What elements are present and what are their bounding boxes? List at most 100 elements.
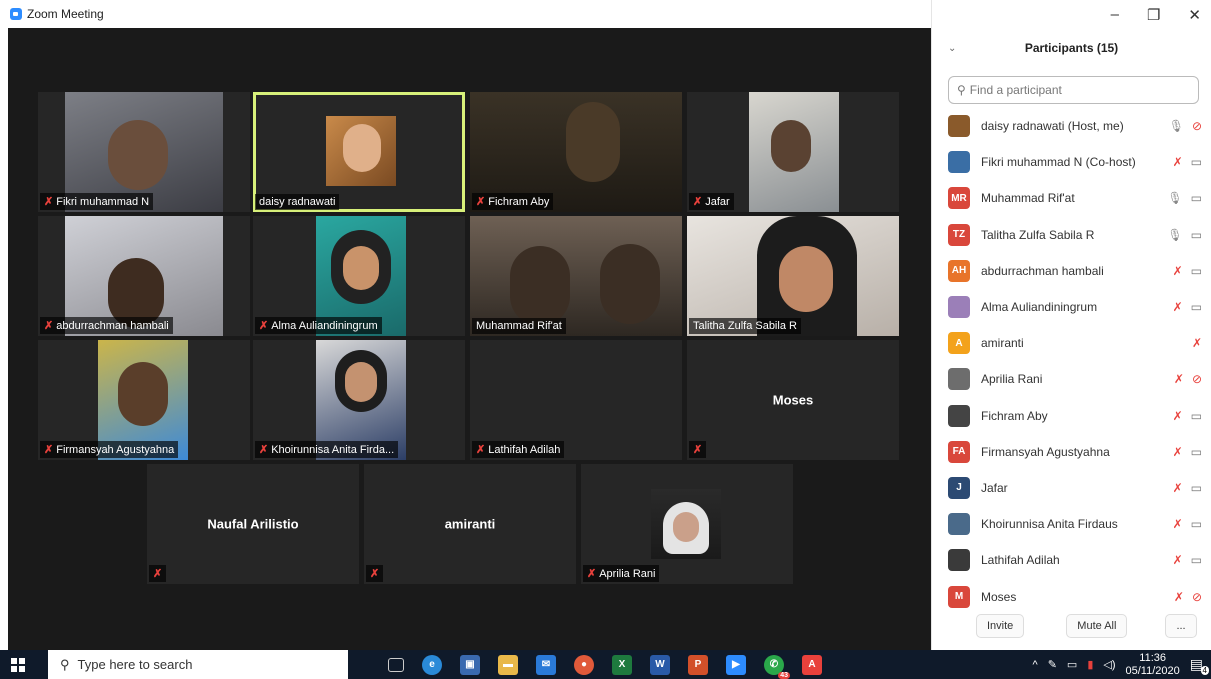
tile-name-label: ✗ Khoirunnisa Anita Firda... <box>255 441 399 458</box>
participant-row[interactable]: J Jafar ✗ ▭ <box>948 470 1202 506</box>
chevron-up-icon[interactable]: ^ <box>1033 659 1038 671</box>
excel-icon[interactable]: X <box>612 654 632 675</box>
camera-on-icon[interactable]: ▭ <box>1191 481 1202 495</box>
camera-on-icon[interactable]: ▭ <box>1191 155 1202 169</box>
participant-search-input[interactable]: ⚲ Find a participant <box>948 76 1199 104</box>
camera-on-icon[interactable]: ▭ <box>1191 409 1202 423</box>
video-tile[interactable]: ✗ abdurrachman hambali <box>38 216 250 336</box>
window-titlebar: Zoom Meeting <box>0 0 931 28</box>
participant-face <box>771 120 811 172</box>
video-tile[interactable]: ✗ Firmansyah Agustyahna <box>38 340 250 460</box>
participant-row[interactable]: Aprilia Rani ✗ ⊘ <box>948 361 1202 397</box>
invite-button[interactable]: Invite <box>976 614 1025 638</box>
powerpoint-icon[interactable]: P <box>688 654 708 675</box>
restore-icon[interactable]: ❐ <box>1147 6 1160 24</box>
word-icon[interactable]: W <box>650 654 670 675</box>
more-options-button[interactable]: ... <box>1165 614 1197 638</box>
chevron-down-icon[interactable]: ⌄ <box>948 43 956 54</box>
mic-on-icon[interactable]: 🎙︎ <box>1167 191 1182 205</box>
participant-row[interactable]: Alma Auliandiningrum ✗ ▭ <box>948 289 1202 325</box>
video-tile[interactable]: ✗ Jafar <box>687 92 899 212</box>
camera-off-icon[interactable]: ⊘ <box>1192 590 1202 604</box>
chrome-icon[interactable]: ● <box>574 654 594 675</box>
participant-row[interactable]: MR Muhammad Rif'at 🎙︎ ▭ <box>948 180 1202 216</box>
pen-icon[interactable]: ✎ <box>1048 658 1057 671</box>
participant-row[interactable]: Fikri muhammad N (Co-host) ✗ ▭ <box>948 144 1202 180</box>
acrobat-icon[interactable]: A <box>802 654 822 675</box>
mic-muted-icon[interactable]: ✗ <box>1173 300 1183 314</box>
task-view-icon[interactable] <box>388 657 404 672</box>
camera-off-icon[interactable]: ⊘ <box>1192 119 1202 133</box>
mic-muted-icon[interactable]: ✗ <box>1173 481 1183 495</box>
notification-icon[interactable]: ▤ 4 <box>1190 656 1209 675</box>
camera-on-icon[interactable]: ▭ <box>1191 264 1202 278</box>
minimize-icon[interactable]: – <box>1111 6 1119 24</box>
store-icon[interactable]: ▣ <box>460 654 480 675</box>
participant-row[interactable]: TZ Talitha Zulfa Sabila R 🎙︎ ▭ <box>948 217 1202 253</box>
participant-row[interactable]: AH abdurrachman hambali ✗ ▭ <box>948 253 1202 289</box>
mic-muted-icon[interactable]: ✗ <box>1173 155 1183 169</box>
participant-name: Jafar <box>981 480 1008 495</box>
taskbar-search-input[interactable]: ⚲ Type here to search <box>48 650 348 679</box>
participant-name: daisy radnawati (Host, me) <box>981 119 1124 134</box>
participant-row[interactable]: FA Firmansyah Agustyahna ✗ ▭ <box>948 434 1202 470</box>
participant-row[interactable]: Lathifah Adilah ✗ ▭ <box>948 542 1202 578</box>
mic-muted-icon[interactable]: ✗ <box>1173 517 1183 531</box>
mic-muted-icon[interactable]: ✗ <box>1174 372 1184 386</box>
mic-muted-icon[interactable]: ✗ <box>1192 336 1202 350</box>
video-tile[interactable]: ✗ Lathifah Adilah <box>470 340 682 460</box>
participant-status-icons: ✗ ▭ <box>1162 409 1202 423</box>
participant-name: Khoirunnisa Anita Firdaus <box>981 517 1118 532</box>
mic-muted-icon[interactable]: ✗ <box>1173 553 1183 567</box>
mic-muted-icon[interactable]: ✗ <box>1173 445 1183 459</box>
video-tile[interactable]: ✗ Fikri muhammad N <box>38 92 250 212</box>
network-icon[interactable]: ▭ <box>1067 658 1077 671</box>
mic-on-icon[interactable]: 🎙︎ <box>1169 119 1184 133</box>
file-explorer-icon[interactable]: ▬ <box>498 654 518 675</box>
mic-muted-icon[interactable]: ✗ <box>1174 590 1184 604</box>
participant-row[interactable]: daisy radnawati (Host, me) 🎙︎ ⊘ <box>948 108 1202 144</box>
zoom-taskbar-icon[interactable]: ▶ <box>726 654 746 675</box>
camera-off-icon[interactable]: ⊘ <box>1192 372 1202 386</box>
mail-icon[interactable]: ✉ <box>536 654 556 675</box>
video-tile[interactable]: ✗ Fichram Aby <box>470 92 682 212</box>
video-tile[interactable]: amiranti ✗ <box>364 464 576 584</box>
video-tile[interactable]: Naufal Arilistio ✗ <box>147 464 359 584</box>
video-tile[interactable]: ✗ Aprilia Rani <box>581 464 793 584</box>
windows-start-button[interactable] <box>0 657 36 672</box>
battery-icon[interactable]: ▮ <box>1087 658 1093 671</box>
participant-status-icons: ✗ ▭ <box>1162 155 1202 169</box>
video-tile[interactable]: Talitha Zulfa Sabila R <box>687 216 899 336</box>
participant-row[interactable]: Aamiranti ✗ <box>948 325 1202 361</box>
participant-row[interactable]: M Moses ✗ ⊘ <box>948 578 1202 614</box>
tile-name-label: ✗ Aprilia Rani <box>583 565 660 582</box>
video-tile[interactable]: Moses ✗ <box>687 340 899 460</box>
participant-name: Moses <box>981 589 1017 604</box>
video-tile[interactable]: ✗ Alma Auliandiningrum <box>253 216 465 336</box>
participant-row[interactable]: Fichram Aby ✗ ▭ <box>948 398 1202 434</box>
participants-header: ⌄ Participants (15) <box>932 36 1211 60</box>
mic-on-icon[interactable]: 🎙︎ <box>1167 228 1182 242</box>
participant-row[interactable]: Khoirunnisa Anita Firdaus ✗ ▭ <box>948 506 1202 542</box>
camera-on-icon[interactable]: ▭ <box>1191 300 1202 314</box>
tile-name-label: Talitha Zulfa Sabila R <box>689 318 801 334</box>
volume-icon[interactable]: ◁) <box>1103 658 1115 671</box>
edge-icon[interactable]: e <box>422 654 442 675</box>
camera-on-icon[interactable]: ▭ <box>1191 517 1202 531</box>
avatar <box>948 549 970 572</box>
mute-all-button[interactable]: Mute All <box>1066 614 1128 638</box>
close-icon[interactable]: ✕ <box>1188 6 1201 24</box>
mic-muted-icon[interactable]: ✗ <box>1173 264 1183 278</box>
camera-on-icon[interactable]: ▭ <box>1191 553 1202 567</box>
video-tile-active-speaker[interactable]: daisy radnawati <box>253 92 465 212</box>
video-tile[interactable]: ✗ Khoirunnisa Anita Firda... <box>253 340 465 460</box>
avatar <box>948 151 970 174</box>
participant-face <box>600 244 660 324</box>
whatsapp-icon[interactable]: ✆ 43 <box>764 654 790 679</box>
video-tile[interactable]: Muhammad Rif'at <box>470 216 682 336</box>
mic-muted-icon[interactable]: ✗ <box>1173 409 1183 423</box>
camera-on-icon[interactable]: ▭ <box>1191 191 1202 205</box>
clock[interactable]: 11:36 05/11/2020 <box>1126 652 1180 678</box>
camera-on-icon[interactable]: ▭ <box>1191 445 1202 459</box>
camera-on-icon[interactable]: ▭ <box>1191 228 1202 242</box>
